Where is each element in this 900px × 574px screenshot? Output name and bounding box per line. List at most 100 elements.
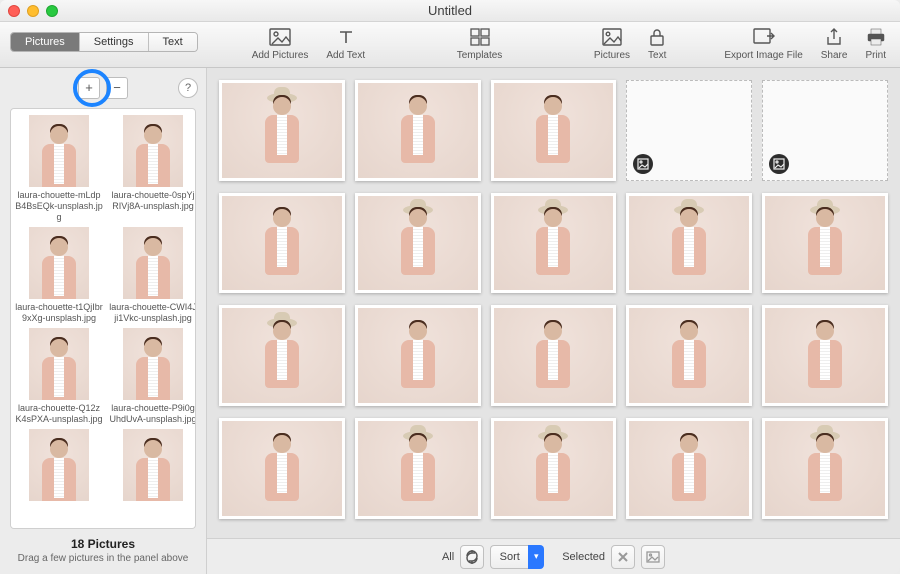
layout-cell[interactable]: [626, 418, 752, 519]
print-button[interactable]: Print: [861, 26, 890, 61]
print-label: Print: [865, 50, 886, 61]
layout-cell[interactable]: [762, 193, 888, 294]
layout-cell[interactable]: [491, 80, 617, 181]
cell-image: [358, 421, 478, 516]
print-icon: [866, 26, 886, 48]
titlebar: Untitled: [0, 0, 900, 22]
cell-image: [629, 308, 749, 403]
empty-slot[interactable]: [762, 80, 888, 181]
templates-label: Templates: [457, 50, 503, 61]
export-icon: [753, 26, 775, 48]
cell-image: [494, 421, 614, 516]
thumbnail-image: [123, 429, 183, 501]
thumbnail-image: [123, 115, 183, 187]
text-panel-button[interactable]: Text: [644, 26, 670, 61]
sort-label: Sort: [490, 545, 528, 569]
layout-cell[interactable]: [626, 193, 752, 294]
layout-cell[interactable]: [355, 305, 481, 406]
layout-cell[interactable]: [355, 80, 481, 181]
sidebar-thumbnail[interactable]: laura-chouette-P9i0gUhdUvA-unsplash.jpg: [109, 328, 196, 425]
sidebar-thumbnail[interactable]: [109, 429, 196, 504]
sort-dropdown[interactable]: Sort ▾: [490, 545, 544, 569]
add-pictures-label: Add Pictures: [252, 50, 309, 61]
thumbnail-image: [29, 429, 89, 501]
image-plus-icon: [269, 26, 291, 48]
sidebar-thumbnail[interactable]: laura-chouette-Q12zK4sPXA-unsplash.jpg: [15, 328, 103, 425]
help-button[interactable]: ?: [178, 78, 198, 98]
placeholder-badge: [769, 154, 789, 174]
layout-cell[interactable]: [762, 418, 888, 519]
layout-cell[interactable]: [355, 418, 481, 519]
selected-label: Selected: [562, 551, 605, 563]
cell-image: [629, 421, 749, 516]
layout-cell[interactable]: [762, 305, 888, 406]
sidebar-thumbnail[interactable]: laura-chouette-mLdpB4BsEQk-unsplash.jpg: [15, 115, 103, 223]
cell-image: [765, 196, 885, 291]
text-panel-label: Text: [648, 50, 666, 61]
text-icon: [337, 26, 355, 48]
tab-pictures[interactable]: Pictures: [11, 33, 80, 51]
layout-cell[interactable]: [491, 418, 617, 519]
add-picture-button[interactable]: +: [78, 77, 100, 99]
layout-canvas[interactable]: [207, 68, 900, 538]
pictures-panel-label: Pictures: [594, 50, 630, 61]
image-icon: [646, 551, 660, 563]
layout-cell[interactable]: [491, 193, 617, 294]
thumbnail-caption: laura-chouette-0spYjRIVj8A-unsplash.jpg: [109, 190, 196, 212]
rotate-all-button[interactable]: [460, 545, 484, 569]
export-button[interactable]: Export Image File: [720, 26, 806, 61]
share-button[interactable]: Share: [817, 26, 852, 61]
thumbnail-caption: laura-chouette-mLdpB4BsEQk-unsplash.jpg: [15, 190, 103, 223]
thumbnail-image: [29, 227, 89, 299]
layout-cell[interactable]: [355, 193, 481, 294]
cell-image: [494, 83, 614, 178]
picture-count-label: 18 Pictures: [6, 537, 200, 551]
layout-cell[interactable]: [219, 418, 345, 519]
thumbnail-image: [123, 328, 183, 400]
sidebar-tools: + − ?: [0, 68, 206, 108]
thumbnail-caption: laura-chouette-P9i0gUhdUvA-unsplash.jpg: [109, 403, 196, 425]
image-icon: [602, 26, 622, 48]
sidebar-thumbnail[interactable]: laura-chouette-CWI4Jji1Vkc-unsplash.jpg: [109, 227, 196, 324]
templates-icon: [470, 26, 490, 48]
layout-cell[interactable]: [219, 305, 345, 406]
sidebar-hint: Drag a few pictures in the panel above: [6, 553, 200, 564]
cell-image: [222, 308, 342, 403]
layout-cell[interactable]: [491, 305, 617, 406]
sidebar-thumbnail[interactable]: [15, 429, 103, 504]
rotate-icon: [465, 550, 479, 564]
empty-slot[interactable]: [626, 80, 752, 181]
sidebar-thumbnail[interactable]: laura-chouette-t1QjIbr9xXg-unsplash.jpg: [15, 227, 103, 324]
thumbnail-image: [29, 115, 89, 187]
tab-text[interactable]: Text: [149, 33, 197, 51]
cell-image: [222, 83, 342, 178]
lock-icon: [649, 26, 665, 48]
thumbnail-caption: laura-chouette-CWI4Jji1Vkc-unsplash.jpg: [109, 302, 196, 324]
share-icon: [826, 26, 842, 48]
remove-selected-button[interactable]: [611, 545, 635, 569]
cell-image: [494, 308, 614, 403]
sidebar-thumbnail-list[interactable]: laura-chouette-mLdpB4BsEQk-unsplash.jpg l…: [10, 108, 196, 529]
thumbnail-caption: laura-chouette-t1QjIbr9xXg-unsplash.jpg: [15, 302, 103, 324]
sidebar-thumbnail[interactable]: laura-chouette-0spYjRIVj8A-unsplash.jpg: [109, 115, 196, 223]
templates-button[interactable]: Templates: [453, 26, 507, 61]
remove-picture-button[interactable]: −: [106, 77, 128, 99]
pictures-panel-button[interactable]: Pictures: [590, 26, 634, 61]
cell-image: [358, 83, 478, 178]
tab-settings[interactable]: Settings: [80, 33, 149, 51]
layout-cell[interactable]: [219, 193, 345, 294]
layout-cell[interactable]: [219, 80, 345, 181]
placeholder-badge: [633, 154, 653, 174]
add-text-button[interactable]: Add Text: [322, 26, 369, 61]
cell-image: [222, 421, 342, 516]
close-icon: [617, 551, 629, 563]
selected-image-button[interactable]: [641, 545, 665, 569]
bottom-toolbar: All Sort ▾ Selected: [207, 538, 900, 574]
layout-cell[interactable]: [626, 305, 752, 406]
all-label: All: [442, 551, 454, 563]
add-pictures-button[interactable]: Add Pictures: [248, 26, 313, 61]
window-title: Untitled: [0, 3, 900, 18]
cell-image: [765, 421, 885, 516]
cell-image: [222, 196, 342, 291]
sidebar-footer: 18 Pictures Drag a few pictures in the p…: [0, 529, 206, 574]
